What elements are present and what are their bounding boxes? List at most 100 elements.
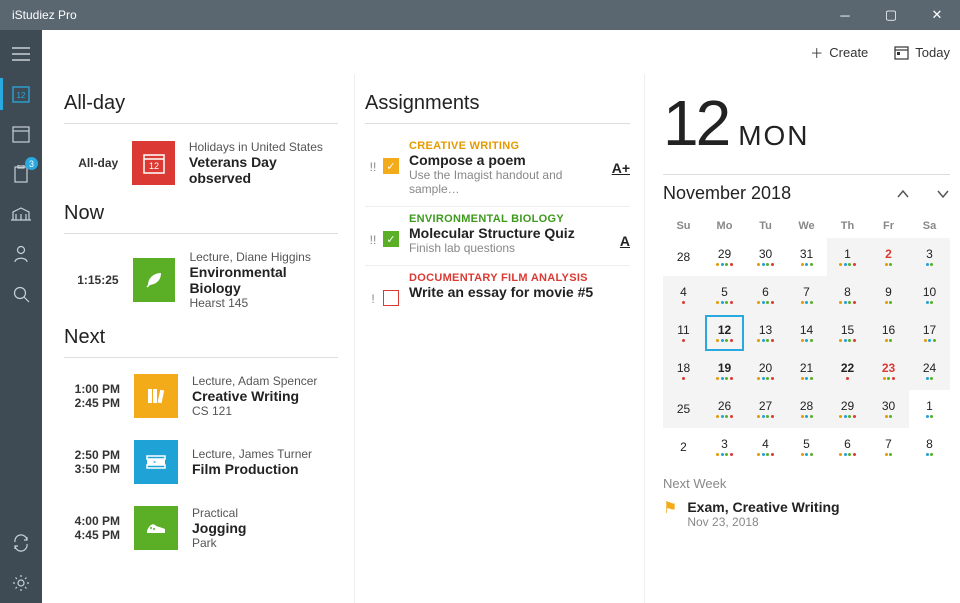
calendar-day[interactable]: 29 xyxy=(827,390,868,428)
calendar-day[interactable]: 29 xyxy=(704,238,745,276)
allday-event[interactable]: All-day 12 Holidays in United States Vet… xyxy=(64,134,338,202)
maximize-button[interactable]: ▢ xyxy=(868,0,914,30)
event-location: Hearst 145 xyxy=(189,296,338,310)
priority-indicator: ! xyxy=(365,272,381,306)
nav-planner[interactable] xyxy=(0,194,42,234)
calendar-day[interactable]: 24 xyxy=(909,352,950,390)
calendar-day[interactable]: 1 xyxy=(827,238,868,276)
calendar-day[interactable]: 26 xyxy=(704,390,745,428)
calendar-day[interactable]: 22 xyxy=(827,352,868,390)
calendar-day[interactable]: 31 xyxy=(786,238,827,276)
calendar-day[interactable]: 12 xyxy=(704,314,745,352)
nav-search[interactable] xyxy=(0,274,42,314)
calendar-today-icon xyxy=(894,45,909,60)
calendar-day[interactable]: 25 xyxy=(663,390,704,428)
assignment-checkbox[interactable] xyxy=(381,272,401,306)
assignment-row[interactable]: !!✓CREATIVE WRITINGCompose a poemUse the… xyxy=(365,134,630,207)
calendar-day[interactable]: 2 xyxy=(868,238,909,276)
event-time: 1:15:25 xyxy=(64,273,119,287)
calendar-day[interactable]: 23 xyxy=(868,352,909,390)
minimize-button[interactable]: ─ xyxy=(822,0,868,30)
calendar-day[interactable]: 2 xyxy=(663,428,704,466)
calendar-day[interactable]: 4 xyxy=(663,276,704,314)
calendar-grid: SuMoTuWeThFrSa28293031123456789101112131… xyxy=(663,214,950,466)
calendar-day[interactable]: 17 xyxy=(909,314,950,352)
next-event[interactable]: 4:00 PM4:45 PMPracticalJoggingPark xyxy=(64,500,338,566)
event-subtitle: Lecture, James Turner xyxy=(192,447,312,461)
today-button[interactable]: Today xyxy=(894,45,950,60)
leaf-icon xyxy=(133,258,176,302)
next-month-button[interactable] xyxy=(936,189,950,199)
nav-settings[interactable] xyxy=(0,563,42,603)
event-title: Jogging xyxy=(192,520,246,536)
calendar-day[interactable]: 4 xyxy=(745,428,786,466)
event-title: Veterans Day observed xyxy=(189,154,338,186)
topbar: ＋ Create Today xyxy=(42,30,960,74)
nav-calendar[interactable] xyxy=(0,114,42,154)
calendar-day[interactable]: 18 xyxy=(663,352,704,390)
event-subtitle: Lecture, Diane Higgins xyxy=(189,250,338,264)
menu-toggle[interactable] xyxy=(0,34,42,74)
assignment-grade xyxy=(602,272,630,306)
assignment-row[interactable]: !!✓ENVIRONMENTAL BIOLOGYMolecular Struct… xyxy=(365,207,630,266)
calendar-day[interactable]: 8 xyxy=(909,428,950,466)
calendar-day[interactable]: 27 xyxy=(745,390,786,428)
plus-icon: ＋ xyxy=(810,43,823,62)
calendar-day[interactable]: 28 xyxy=(786,390,827,428)
calendar-day[interactable]: 9 xyxy=(868,276,909,314)
assignment-checkbox[interactable]: ✓ xyxy=(381,213,401,255)
assignment-desc: Use the Imagist handout and sample… xyxy=(409,168,602,196)
assignment-course: CREATIVE WRITING xyxy=(409,140,602,152)
assignments-heading: Assignments xyxy=(365,92,630,115)
calendar-day[interactable]: 21 xyxy=(786,352,827,390)
calendar-day[interactable]: 5 xyxy=(786,428,827,466)
nav-assignments[interactable]: 3 xyxy=(0,154,42,194)
dow-header: Sa xyxy=(909,214,950,238)
calendar-day[interactable]: 8 xyxy=(827,276,868,314)
event-title: Environmental Biology xyxy=(189,264,338,296)
calendar-day[interactable]: 11 xyxy=(663,314,704,352)
calendar-day[interactable]: 1 xyxy=(909,390,950,428)
calendar-day[interactable]: 19 xyxy=(704,352,745,390)
nav-today[interactable]: 12 xyxy=(0,74,42,114)
big-date-weekday: MON xyxy=(738,120,809,152)
big-date-number: 12 xyxy=(663,86,728,160)
calendar-day[interactable]: 5 xyxy=(704,276,745,314)
calendar-day[interactable]: 6 xyxy=(827,428,868,466)
assignment-checkbox[interactable]: ✓ xyxy=(381,140,401,196)
next-event[interactable]: 2:50 PM3:50 PMLecture, James TurnerFilm … xyxy=(64,434,338,500)
create-button[interactable]: ＋ Create xyxy=(810,43,868,62)
calendar-day[interactable]: 14 xyxy=(786,314,827,352)
dow-header: Fr xyxy=(868,214,909,238)
calendar-day[interactable]: 6 xyxy=(745,276,786,314)
calendar-day[interactable]: 15 xyxy=(827,314,868,352)
assignment-course: ENVIRONMENTAL BIOLOGY xyxy=(409,213,602,225)
next-event[interactable]: 1:00 PM2:45 PMLecture, Adam SpencerCreat… xyxy=(64,368,338,434)
calendar-day[interactable]: 3 xyxy=(704,428,745,466)
assignment-desc: Finish lab questions xyxy=(409,241,602,255)
nav-sync[interactable] xyxy=(0,523,42,563)
nav-instructors[interactable] xyxy=(0,234,42,274)
close-button[interactable]: ✕ xyxy=(914,0,960,30)
sidebar: 12 3 xyxy=(0,30,42,603)
calendar-day[interactable]: 3 xyxy=(909,238,950,276)
calendar-day[interactable]: 28 xyxy=(663,238,704,276)
calendar-day[interactable]: 7 xyxy=(786,276,827,314)
calendar-day[interactable]: 30 xyxy=(868,390,909,428)
calendar-column: 12 MON November 2018 SuMoTuWeThFrSa28293… xyxy=(644,74,960,603)
calendar-day[interactable]: 13 xyxy=(745,314,786,352)
calendar-day[interactable]: 7 xyxy=(868,428,909,466)
calendar-day[interactable]: 10 xyxy=(909,276,950,314)
next-week-item[interactable]: ⚑ Exam, Creative Writing Nov 23, 2018 xyxy=(663,499,950,529)
film-icon xyxy=(134,440,178,484)
calendar-day[interactable]: 30 xyxy=(745,238,786,276)
calendar-day[interactable]: 16 xyxy=(868,314,909,352)
dow-header: We xyxy=(786,214,827,238)
calendar-day[interactable]: 20 xyxy=(745,352,786,390)
prev-month-button[interactable] xyxy=(896,189,910,199)
assignment-grade: A xyxy=(602,213,630,255)
now-event[interactable]: 1:15:25 Lecture, Diane Higgins Environme… xyxy=(64,244,338,326)
svg-text:12: 12 xyxy=(149,161,159,171)
event-time: All-day xyxy=(64,156,118,170)
assignment-row[interactable]: !DOCUMENTARY FILM ANALYSISWrite an essay… xyxy=(365,266,630,316)
